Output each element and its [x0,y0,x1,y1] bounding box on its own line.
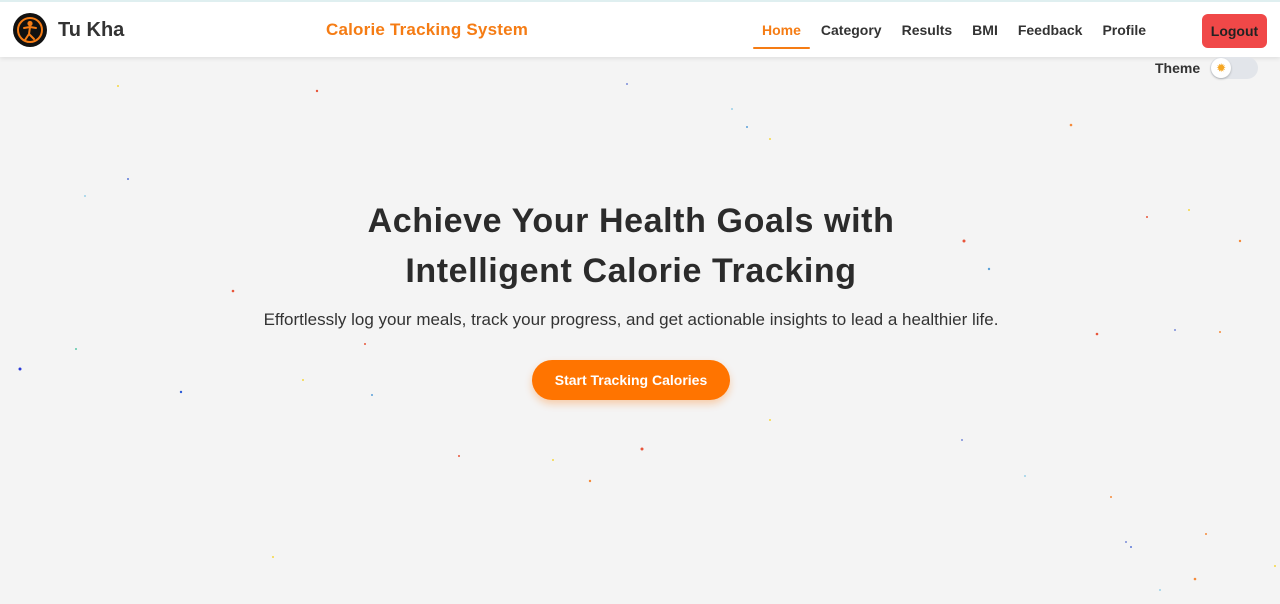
nav-links: Home Category Results BMI Feedback Profi… [752,13,1156,49]
hero-subtitle: Effortlessly log your meals, track your … [263,310,999,329]
theme-label: Theme [1155,59,1201,76]
brand-logo-icon [13,13,47,47]
nav-link-profile[interactable]: Profile [1092,13,1156,47]
theme-toggle[interactable]: ✹ [1210,56,1259,79]
start-tracking-button[interactable]: Start Tracking Calories [532,360,730,400]
brand[interactable]: Tu Kha [13,12,124,48]
hero-section: Achieve Your Health Goals with Intellige… [0,196,1262,400]
nav-link-results[interactable]: Results [892,13,963,47]
hero-title-line-1: Achieve Your Health Goals with [367,202,895,240]
sun-icon: ✹ [1211,57,1232,78]
hero-title-line-2: Intelligent Calorie Tracking [405,252,857,290]
brand-name: Tu Kha [58,18,125,41]
nav-link-category[interactable]: Category [811,13,892,47]
navbar: Tu Kha Calorie Tracking System Home Cate… [0,0,1280,57]
app-title: Calorie Tracking System [326,20,529,39]
nav-link-home[interactable]: Home [752,13,811,49]
logout-button[interactable]: Logout [1202,14,1267,48]
theme-switcher: Theme ✹ [1155,56,1259,79]
nav-link-bmi[interactable]: BMI [962,13,1008,47]
hero-title: Achieve Your Health Goals with Intellige… [0,196,1262,296]
nav-link-feedback[interactable]: Feedback [1008,13,1093,47]
